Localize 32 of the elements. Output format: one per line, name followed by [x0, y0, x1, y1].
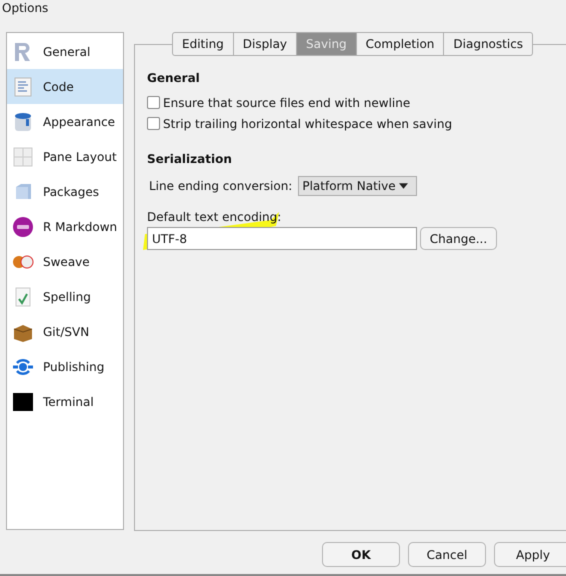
field-label: Line ending conversion:: [149, 179, 292, 193]
checkbox-label: Ensure that source files end with newline: [163, 96, 410, 110]
sidebar-item[interactable]: Publishing: [7, 349, 123, 384]
section-heading: General: [147, 71, 201, 85]
tab[interactable]: Editing: [172, 32, 234, 56]
sidebar-item[interactable]: Git/SVN: [7, 314, 123, 349]
window-title: Options: [2, 1, 48, 15]
encoding-field[interactable]: UTF-8: [147, 227, 417, 250]
sidebar-item[interactable]: Terminal: [7, 384, 123, 419]
checkbox[interactable]: [147, 96, 160, 109]
sidebar-item[interactable]: Packages: [7, 174, 123, 209]
cancel-button[interactable]: Cancel: [408, 542, 486, 567]
caret-icon: [399, 183, 408, 189]
checkbox[interactable]: [147, 117, 160, 130]
sidebar-item[interactable]: Pane Layout: [7, 139, 123, 174]
line-ending-dropdown[interactable]: Platform Native: [298, 176, 418, 196]
tab[interactable]: Diagnostics: [444, 32, 534, 56]
tab[interactable]: Completion: [356, 32, 444, 56]
sidebar-item[interactable]: General: [7, 34, 123, 69]
sidebar-item[interactable]: R Markdown: [7, 209, 123, 244]
ok-button[interactable]: OK: [322, 542, 400, 567]
apply-button[interactable]: Apply: [494, 542, 566, 567]
sidebar-item[interactable]: Code: [7, 69, 123, 104]
sidebar-item[interactable]: Spelling: [7, 279, 123, 314]
section-heading: Serialization: [147, 152, 233, 166]
rmd-badge-icon: [11, 214, 35, 238]
tab[interactable]: Display: [234, 32, 298, 56]
grid-icon: [11, 144, 35, 168]
sidebar-item[interactable]: Appearance: [7, 104, 123, 139]
sidebar-item[interactable]: Sweave: [7, 244, 123, 279]
checkbox-label: Strip trailing horizontal whitespace when saving: [163, 116, 452, 130]
change-button[interactable]: Change...: [420, 227, 497, 250]
